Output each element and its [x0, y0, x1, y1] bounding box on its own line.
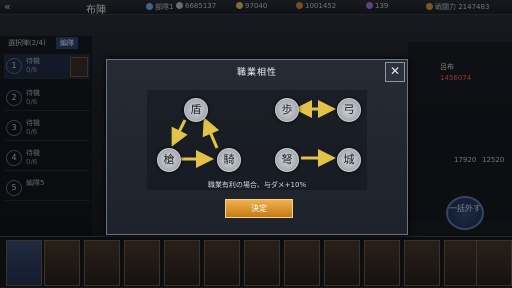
arrow — [202, 117, 220, 149]
spear-class-icon: 槍 — [157, 148, 181, 172]
cavalry-class-icon: 騎 — [217, 148, 241, 172]
affinity-description: 職業有利の場合、与ダメ+10% — [207, 181, 307, 189]
siege-class-icon: 城 — [337, 148, 361, 172]
class-affinity-dialog: 職業相性 ✕ 盾 槍 騎 歩 弓 弩 城 職業有利の場合、与ダメ+10% 決定 — [106, 59, 408, 235]
archer-class-icon: 弓 — [337, 98, 361, 122]
arrow — [171, 119, 188, 147]
crossbow-class-icon: 弩 — [275, 148, 299, 172]
shield-class-icon: 盾 — [184, 98, 208, 122]
infantry-class-icon: 歩 — [275, 98, 299, 122]
confirm-button[interactable]: 決定 — [225, 199, 293, 218]
